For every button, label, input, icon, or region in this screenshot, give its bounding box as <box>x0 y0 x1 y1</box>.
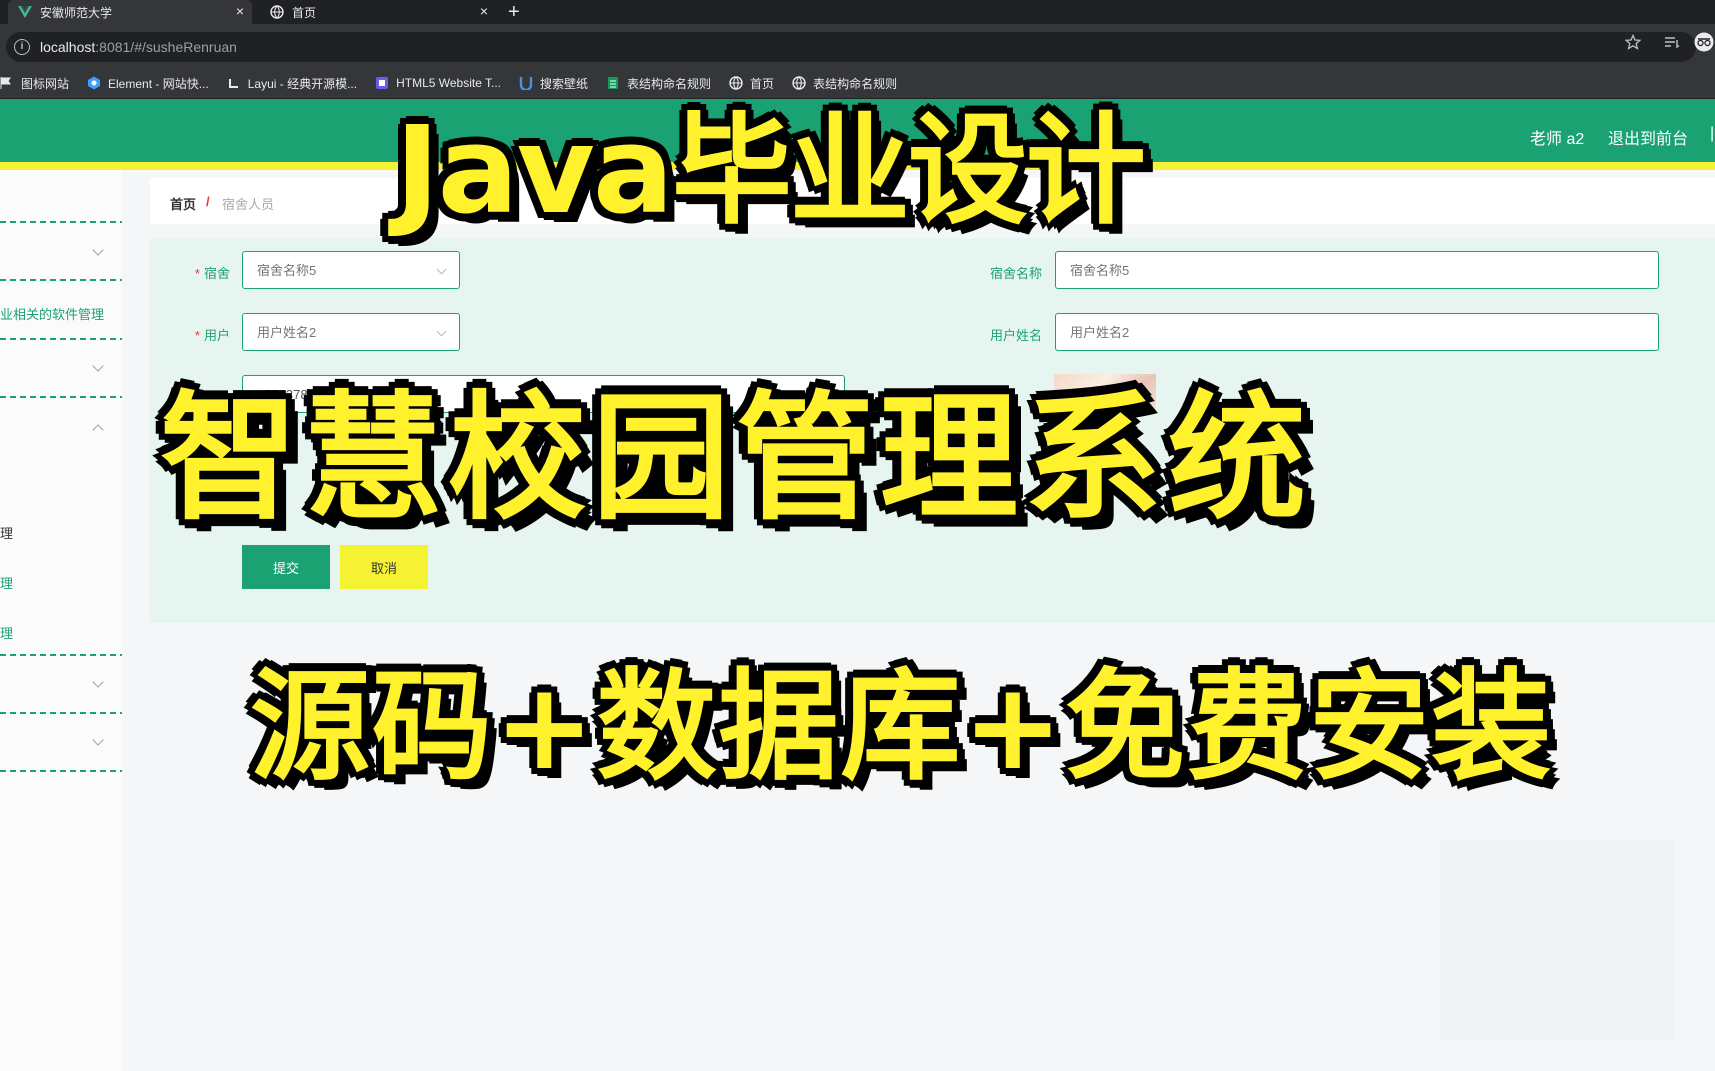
bookmark-item[interactable]: 搜索壁纸 <box>519 75 588 92</box>
cancel-button[interactable]: 取消 <box>340 545 428 589</box>
flag-icon <box>0 77 11 89</box>
background-panel <box>1440 840 1675 1040</box>
sidebar-item-software[interactable]: 业相关的软件管理 <box>0 304 104 323</box>
browser-tab-active[interactable]: 安徽师范大学 × <box>8 0 252 24</box>
browser-tab[interactable]: 首页 × <box>260 0 496 24</box>
dorm-name-label: 宿舍名称 <box>989 266 1042 281</box>
dorm-name-field[interactable] <box>1055 251 1659 289</box>
dorm-label: * 宿舍 <box>194 266 230 281</box>
globe-icon <box>729 76 743 90</box>
bookmark-item[interactable]: Layui - 经典开源模... <box>227 75 357 92</box>
bookmark-item[interactable]: 表结构命名规则 <box>792 75 897 92</box>
html5-icon <box>376 77 389 89</box>
sheet-icon <box>608 77 619 89</box>
url-text[interactable]: localhost:8081/#/susheRenruan <box>40 39 237 55</box>
browser-tab-bar: 安徽师范大学 × 首页 × + <box>0 0 1715 24</box>
overlay-title-line2: 智慧校园管理系统 <box>160 378 1313 539</box>
new-tab-button[interactable]: + <box>508 0 520 24</box>
user-name[interactable]: 老师 a2 <box>1530 125 1584 149</box>
layui-icon <box>228 79 238 88</box>
globe-icon <box>792 76 806 90</box>
bookmark-item[interactable]: 图标网站 <box>0 75 69 92</box>
sidebar-divider <box>0 770 126 772</box>
header-more-link[interactable]: | <box>1710 125 1714 143</box>
sidebar-subitem-active[interactable]: 理 <box>0 523 13 542</box>
vue-logo-icon <box>18 6 32 18</box>
sidebar-divider <box>0 654 126 656</box>
user-select[interactable] <box>242 313 460 351</box>
breadcrumb-separator: / <box>206 194 210 209</box>
user-name-field[interactable] <box>1055 313 1659 351</box>
sidebar-divider <box>0 221 126 223</box>
wallpaper-icon <box>519 77 533 90</box>
bookmark-item[interactable]: 首页 <box>729 75 774 92</box>
breadcrumb-current: 宿舍人员 <box>222 197 275 212</box>
star-icon[interactable] <box>1625 34 1641 50</box>
user-name-label: 用户姓名 <box>989 328 1042 343</box>
tab-title: 首页 <box>292 5 317 20</box>
sidebar-divider <box>0 712 126 714</box>
overlay-title-line3: 源码+数据库+免费安装 <box>250 658 1554 797</box>
logout-link[interactable]: 退出到前台 <box>1608 125 1688 149</box>
sidebar-divider <box>0 396 126 398</box>
omnibox[interactable]: i localhost:8081/#/susheRenruan <box>6 32 1696 62</box>
bookmarks-bar: 图标网站 Element - 网站快... Layui - 经典开源模... H… <box>0 68 1715 99</box>
user-label: * 用户 <box>194 328 230 343</box>
element-icon <box>88 76 101 90</box>
bookmark-item[interactable]: Element - 网站快... <box>87 75 209 92</box>
bookmark-item[interactable]: 表结构命名规则 <box>606 75 711 92</box>
sidebar-divider <box>0 279 126 281</box>
reading-list-icon[interactable] <box>1664 34 1680 50</box>
submit-button[interactable]: 提交 <box>242 545 330 589</box>
info-icon[interactable]: i <box>14 39 30 55</box>
globe-icon <box>270 5 284 19</box>
close-icon[interactable]: × <box>480 3 488 19</box>
tab-title: 安徽师范大学 <box>40 5 113 20</box>
profile-incognito-icon[interactable] <box>1694 32 1714 52</box>
dorm-select[interactable] <box>242 251 460 289</box>
sidebar-subitem[interactable]: 理 <box>0 573 13 592</box>
address-bar: i localhost:8081/#/susheRenruan <box>0 24 1715 68</box>
overlay-title-line1: Java毕业设计 <box>395 102 1146 241</box>
sidebar-subitem[interactable]: 理 <box>0 623 13 642</box>
bookmark-item[interactable]: HTML5 Website T... <box>375 76 501 90</box>
sidebar-divider <box>0 338 126 340</box>
breadcrumb-home[interactable]: 首页 <box>170 194 196 213</box>
close-icon[interactable]: × <box>236 3 244 19</box>
